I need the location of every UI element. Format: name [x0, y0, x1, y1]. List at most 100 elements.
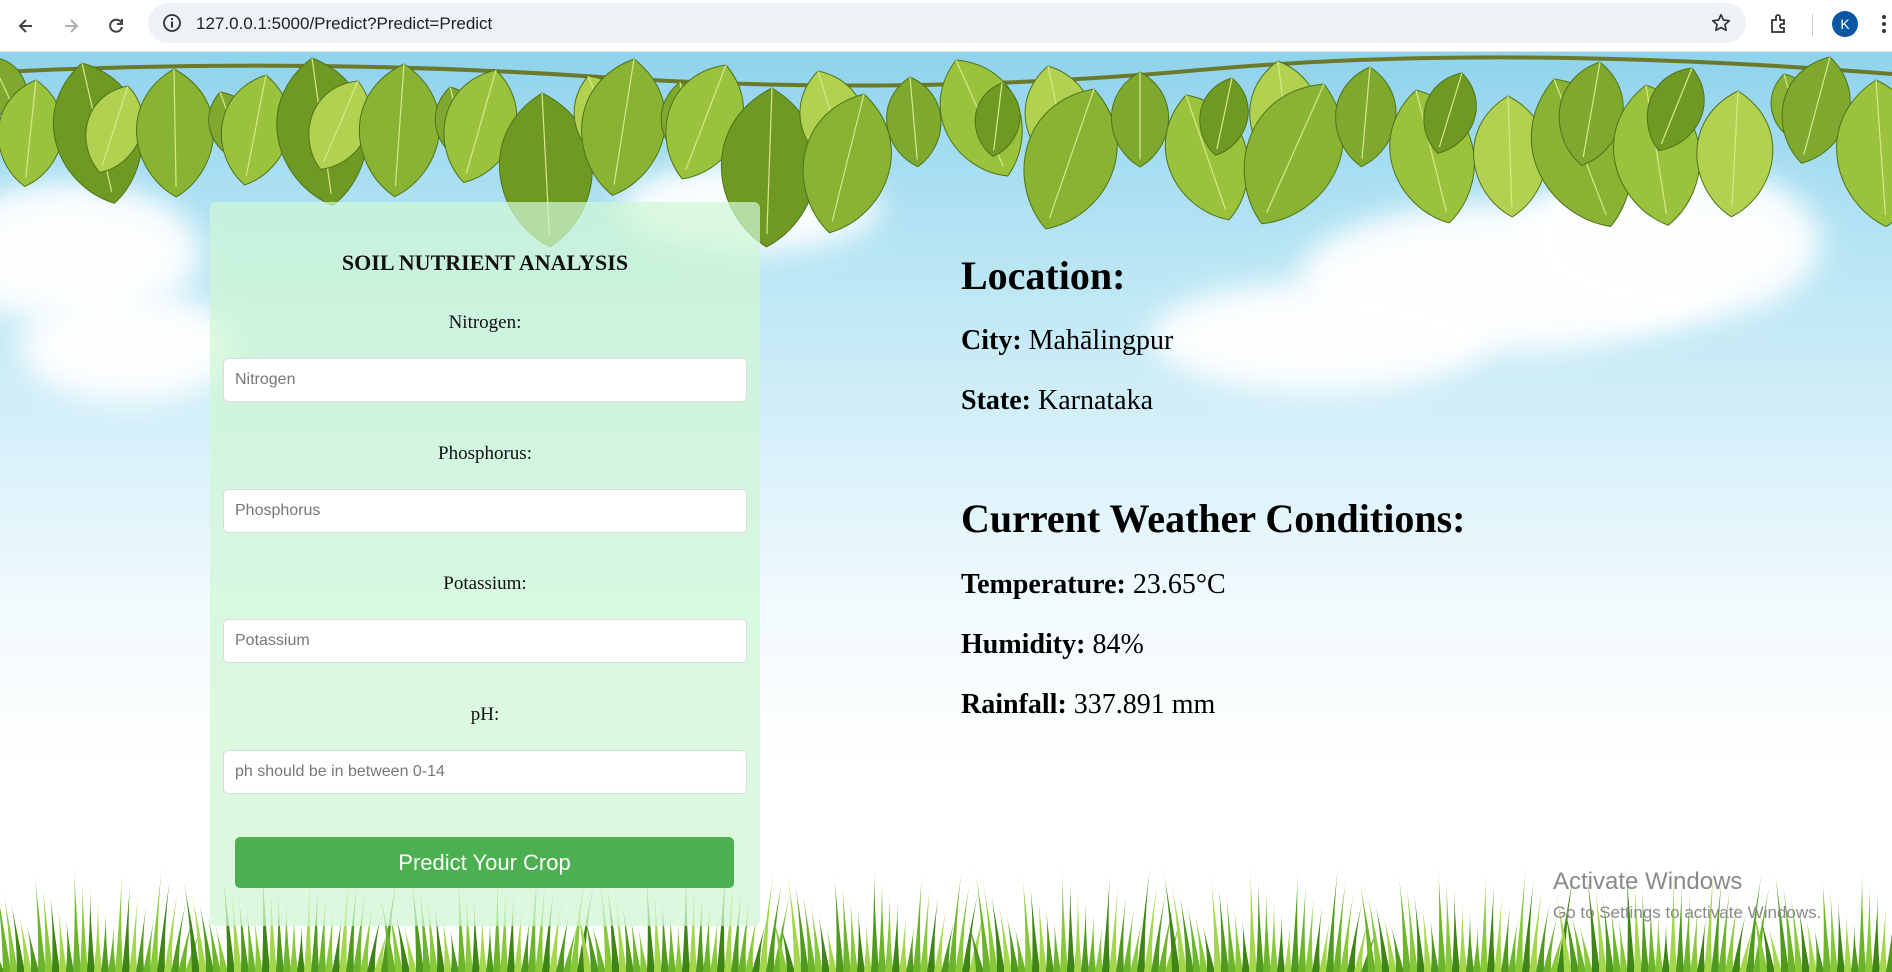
- forward-arrow-icon: [65, 19, 79, 33]
- weather-section: Current Weather Conditions:: [961, 495, 1465, 542]
- grass-blade: [1822, 874, 1831, 972]
- grass-blade: [885, 891, 893, 972]
- star-icon[interactable]: [1710, 12, 1732, 34]
- soil-analysis-form: SOIL NUTRIENT ANALYSIS Nitrogen: Phospho…: [210, 202, 760, 926]
- phosphorus-label: Phosphorus:: [438, 443, 532, 464]
- predict-crop-button[interactable]: Predict Your Crop: [235, 837, 734, 888]
- grass-blade: [842, 884, 851, 972]
- browser-toolbar: 127.0.0.1:5000/Predict?Predict=Predict K: [0, 0, 1892, 52]
- city-label: City:: [961, 325, 1022, 356]
- grass-blade: [1844, 910, 1852, 972]
- ph-input[interactable]: [223, 750, 747, 794]
- grass-blade: [1865, 881, 1873, 972]
- nitrogen-input[interactable]: [223, 358, 747, 402]
- address-bar[interactable]: 127.0.0.1:5000/Predict?Predict=Predict: [148, 3, 1746, 43]
- grass-blade: [1312, 908, 1322, 972]
- humidity-row: Humidity: 84%: [961, 629, 1144, 661]
- grass-blade: [1422, 905, 1432, 972]
- nitrogen-label: Nitrogen:: [448, 312, 522, 333]
- leaf: [1111, 71, 1169, 168]
- activate-windows-subtitle: Go to Settings to activate Windows.: [1553, 903, 1822, 922]
- grass-blade: [115, 871, 123, 972]
- forward-button[interactable]: [55, 10, 87, 42]
- reload-button[interactable]: [100, 10, 132, 42]
- more-vert-icon[interactable]: [1876, 12, 1892, 36]
- grass-blade: [1030, 883, 1040, 972]
- grass-blade: [1053, 919, 1061, 972]
- profile-avatar[interactable]: K: [1832, 11, 1858, 37]
- city-value: Mahālingpur: [1028, 325, 1174, 356]
- phosphorus-input[interactable]: [223, 489, 747, 533]
- grass-blade: [892, 903, 900, 972]
- grass-blade: [1438, 864, 1446, 972]
- grass-blade: [899, 915, 907, 972]
- rainfall-label: Rainfall:: [961, 689, 1067, 720]
- grass-blade: [1305, 896, 1314, 972]
- grass-blade: [1872, 893, 1880, 972]
- grass-blade: [834, 872, 844, 972]
- grass-blade: [1263, 889, 1271, 972]
- temperature-value: 23.65°C: [1132, 569, 1226, 600]
- grass-blade: [871, 867, 879, 972]
- grass-blade: [1480, 871, 1488, 972]
- grass-blade: [1452, 888, 1460, 972]
- leaf: [1696, 90, 1774, 218]
- grass-blade: [864, 920, 872, 972]
- grass-blade: [1466, 912, 1474, 972]
- grass-blade: [920, 886, 930, 972]
- grass-blade: [1473, 924, 1481, 972]
- grass-blade: [1445, 876, 1453, 972]
- grass-blade: [1837, 898, 1845, 972]
- grass-blade: [1102, 873, 1110, 972]
- location-section: Location:: [961, 252, 1125, 299]
- grass-blade: [50, 893, 60, 972]
- info-icon[interactable]: [162, 13, 182, 33]
- extensions-icon[interactable]: [1768, 12, 1792, 36]
- grass-blade: [1249, 865, 1257, 972]
- grass-blade: [878, 879, 886, 972]
- grass-blade: [857, 908, 865, 972]
- grass-blade: [0, 907, 11, 972]
- location-heading: Location:: [961, 253, 1126, 298]
- grass-blade: [58, 905, 67, 972]
- leaf: [359, 63, 441, 198]
- grass-blade: [136, 907, 146, 972]
- grass-blade: [1641, 887, 1649, 972]
- grass-blade: [73, 864, 81, 972]
- grass-blade: [1234, 906, 1243, 972]
- temperature-row: Temperature: 23.65°C: [961, 569, 1226, 601]
- grass-blade: [87, 888, 95, 972]
- reload-icon: [109, 18, 123, 33]
- grass-blade: [1459, 900, 1467, 972]
- leaf: [886, 76, 942, 168]
- grass-blade: [1879, 905, 1887, 972]
- cloud: [1150, 282, 1490, 392]
- potassium-label: Potassium:: [443, 573, 527, 594]
- grass-blade: [1662, 923, 1670, 972]
- leaf: [136, 68, 215, 198]
- grass-blade: [1116, 897, 1126, 972]
- grass-blade: [129, 895, 138, 972]
- back-button[interactable]: [10, 10, 42, 42]
- grass-blade: [101, 912, 109, 972]
- potassium-input[interactable]: [223, 619, 747, 663]
- grass-blade: [1501, 907, 1510, 972]
- grass-blade: [1022, 871, 1033, 972]
- grass-blade: [66, 917, 74, 972]
- grass-blade: [1210, 870, 1222, 972]
- rainfall-row: Rainfall: 337.891 mm: [961, 689, 1215, 721]
- temperature-label: Temperature:: [961, 569, 1126, 600]
- back-arrow-icon: [18, 19, 32, 33]
- grass-blade: [1430, 917, 1439, 972]
- grass-blade: [1046, 907, 1054, 972]
- grass-blade: [486, 922, 494, 972]
- grass-blade: [1851, 922, 1859, 972]
- grass-blade: [1270, 901, 1278, 972]
- grass-blade: [1109, 885, 1118, 972]
- url-text[interactable]: 127.0.0.1:5000/Predict?Predict=Predict: [196, 14, 492, 34]
- grass-blade: [1494, 895, 1502, 972]
- ph-label: pH:: [470, 704, 500, 725]
- grass-blade: [1095, 926, 1103, 972]
- grass-blade: [1060, 866, 1068, 972]
- activate-windows-title: Activate Windows: [1553, 868, 1743, 895]
